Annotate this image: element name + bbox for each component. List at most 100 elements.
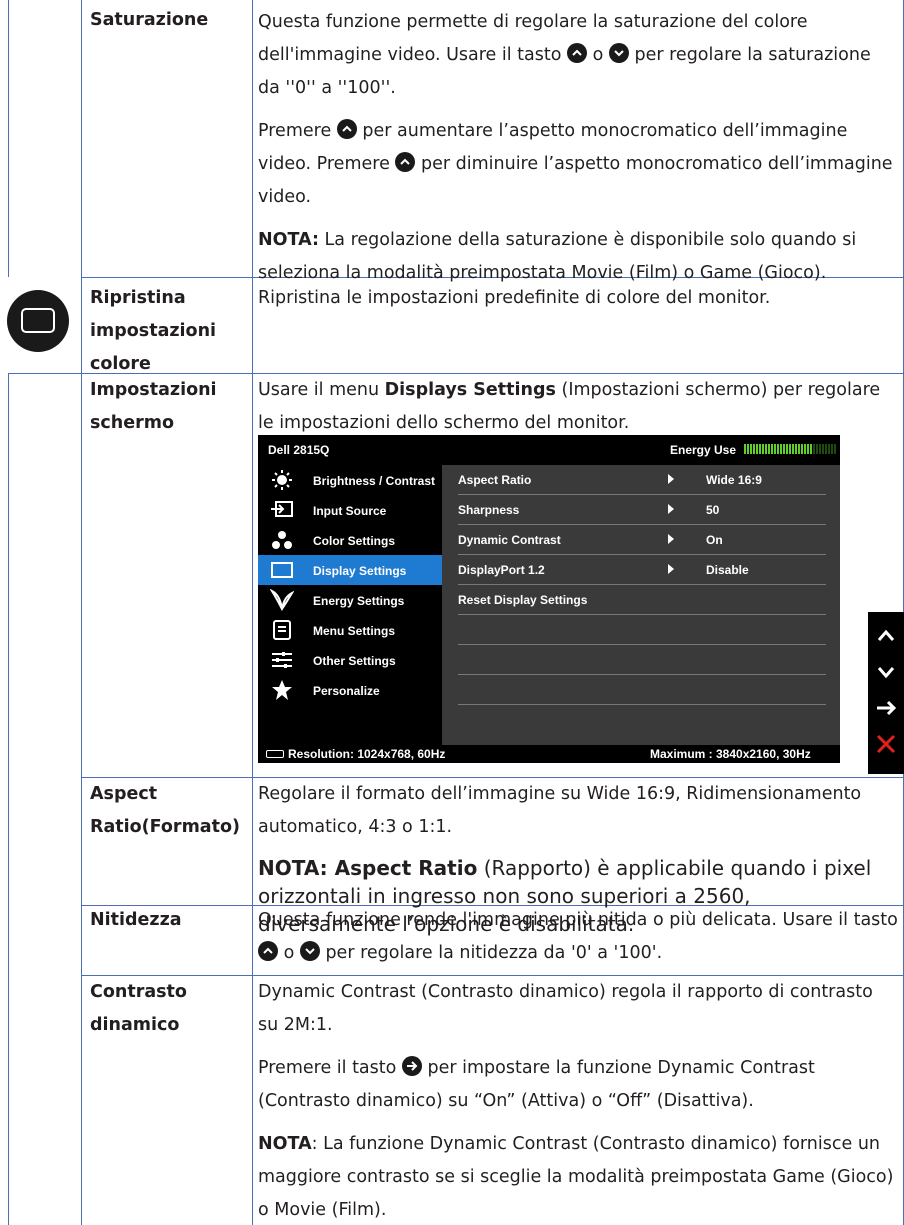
osd-setting-row <box>458 615 826 645</box>
resolution-icon <box>266 750 284 758</box>
energy-meter-segment <box>765 444 767 454</box>
energy-meter-segment <box>801 444 803 454</box>
row-label-nitidezza: Nitidezza <box>90 910 182 930</box>
energy-meter-segment <box>750 444 752 454</box>
enter-arrow-icon[interactable] <box>868 690 904 726</box>
energy-meter-segment <box>762 444 764 454</box>
energy-meter-segment <box>804 444 806 454</box>
osd-setting-value: 50 <box>706 503 720 517</box>
row-label-saturazione: Saturazione <box>90 10 209 30</box>
table-border-label <box>81 0 82 1225</box>
color-settings-icon <box>270 529 294 551</box>
row-content-nitidezza: Questa funzione rende l'immagine più nit… <box>258 910 898 963</box>
energy-meter-segment <box>744 444 746 454</box>
document-page: Saturazione Questa funzione permette di … <box>0 0 904 1225</box>
personalize-icon <box>270 679 294 701</box>
close-icon[interactable] <box>868 726 904 762</box>
energy-meter-segment <box>825 444 827 454</box>
right-button-icon <box>401 1056 422 1076</box>
energy-meter-segment <box>834 444 836 454</box>
energy-meter-segment <box>798 444 800 454</box>
up-button-icon <box>395 152 416 172</box>
brightness-icon <box>270 469 294 491</box>
energy-meter-segment <box>810 444 812 454</box>
energy-meter-segment <box>768 444 770 454</box>
osd-setting-value: On <box>706 533 723 547</box>
energy-meter-segment <box>807 444 809 454</box>
osd-setting-row[interactable]: DisplayPort 1.2 Disable <box>458 555 826 585</box>
row-content-ripristina: Ripristina le impostazioni predefinite d… <box>258 288 771 308</box>
osd-setting-row <box>458 645 826 675</box>
contrasto-description: Dynamic Contrast (Contrasto dinamico) re… <box>258 982 873 1035</box>
display-settings-icon <box>270 559 294 581</box>
osd-setting-value: Wide 16:9 <box>706 473 762 487</box>
energy-meter-segment <box>780 444 782 454</box>
energy-meter-segment <box>753 444 755 454</box>
down-button-icon <box>608 43 629 63</box>
energy-meter-segment <box>759 444 761 454</box>
energy-meter-segment <box>783 444 785 454</box>
chevron-right-icon <box>668 504 674 514</box>
osd-menu-list: Brightness / Contrast Input Source Color S… <box>258 465 442 745</box>
osd-menu-label: Energy Settings <box>313 594 405 608</box>
energy-meter-segment <box>774 444 776 454</box>
osd-settings-panel: Aspect Ratio Wide 16:9 Sharpness 50 Dynamic … <box>442 465 840 745</box>
saturazione-note: NOTA: La regolazione della saturazione è… <box>258 230 857 283</box>
osd-menu-item[interactable]: Energy Settings <box>258 585 442 615</box>
up-button-icon <box>258 941 278 961</box>
osd-setting-label: Aspect Ratio <box>458 473 532 487</box>
osd-menu-label: Menu Settings <box>313 624 396 638</box>
energy-meter-segment <box>822 444 824 454</box>
osd-menu-item[interactable]: Personalize <box>258 675 442 705</box>
saturazione-description: Questa funzione permette di regolare la … <box>258 12 871 98</box>
osd-setting-label: Reset Display Settings <box>458 593 588 607</box>
table-border-left <box>8 0 9 277</box>
up-button-icon <box>567 43 588 63</box>
osd-setting-row <box>458 675 826 705</box>
osd-menu-label: Personalize <box>313 684 380 698</box>
energy-meter-segment <box>831 444 833 454</box>
aspect-description: Regolare il formato dell’immagine su Wid… <box>258 784 862 837</box>
osd-menu-item[interactable]: Input Source <box>258 495 442 525</box>
energy-meter-segment <box>771 444 773 454</box>
osd-maximum: Maximum : 3840x2160, 30Hz <box>650 747 811 761</box>
contrasto-note: NOTA: La funzione Dynamic Contrast (Cont… <box>258 1134 894 1220</box>
osd-setting-value: Disable <box>706 563 749 577</box>
energy-meter-segment <box>828 444 830 454</box>
input-source-icon <box>270 499 294 521</box>
osd-menu-screenshot: Dell 2815Q Energy Use Brightness / Contr… <box>258 435 840 763</box>
chevron-right-icon <box>668 564 674 574</box>
osd-menu-label: Input Source <box>313 504 387 518</box>
osd-menu-label: Display Settings <box>313 564 407 578</box>
osd-setting-row[interactable]: Reset Display Settings <box>458 585 826 615</box>
energy-meter-segment <box>786 444 788 454</box>
osd-resolution: Resolution: 1024x768, 60Hz <box>288 747 446 761</box>
down-arrow-icon[interactable] <box>868 654 904 690</box>
energy-meter-segment <box>747 444 749 454</box>
osd-setting-row[interactable]: Dynamic Contrast On <box>458 525 826 555</box>
other-settings-icon <box>270 649 294 671</box>
osd-setting-row[interactable]: Sharpness 50 <box>458 495 826 525</box>
table-border-left <box>8 373 9 1225</box>
osd-menu-item[interactable]: Display Settings <box>258 555 442 585</box>
row-content-contrasto: Dynamic Contrast (Contrasto dinamico) re… <box>258 976 898 1225</box>
osd-menu-label: Other Settings <box>313 654 396 668</box>
osd-setting-label: Dynamic Contrast <box>458 533 561 547</box>
osd-setting-row[interactable]: Aspect Ratio Wide 16:9 <box>458 465 826 495</box>
osd-menu-label: Color Settings <box>313 534 396 548</box>
energy-meter-segment <box>792 444 794 454</box>
table-border-content <box>252 0 253 1225</box>
energy-meter-segment <box>777 444 779 454</box>
osd-menu-item[interactable]: Brightness / Contrast <box>258 465 442 495</box>
osd-menu-item[interactable]: Other Settings <box>258 645 442 675</box>
down-button-icon <box>299 941 320 961</box>
energy-meter-segment <box>795 444 797 454</box>
row-content-saturazione: Questa funzione permette di regolare la … <box>258 6 898 300</box>
osd-menu-item[interactable]: Menu Settings <box>258 615 442 645</box>
up-arrow-icon[interactable] <box>868 618 904 654</box>
row-content-impostazioni: Usare il menu Displays Settings (Imposta… <box>258 380 881 433</box>
osd-menu-item[interactable]: Color Settings <box>258 525 442 555</box>
osd-title: Dell 2815Q <box>268 443 330 457</box>
display-settings-icon <box>7 290 69 352</box>
osd-footer: Resolution: 1024x768, 60Hz Maximum : 384… <box>258 745 840 763</box>
